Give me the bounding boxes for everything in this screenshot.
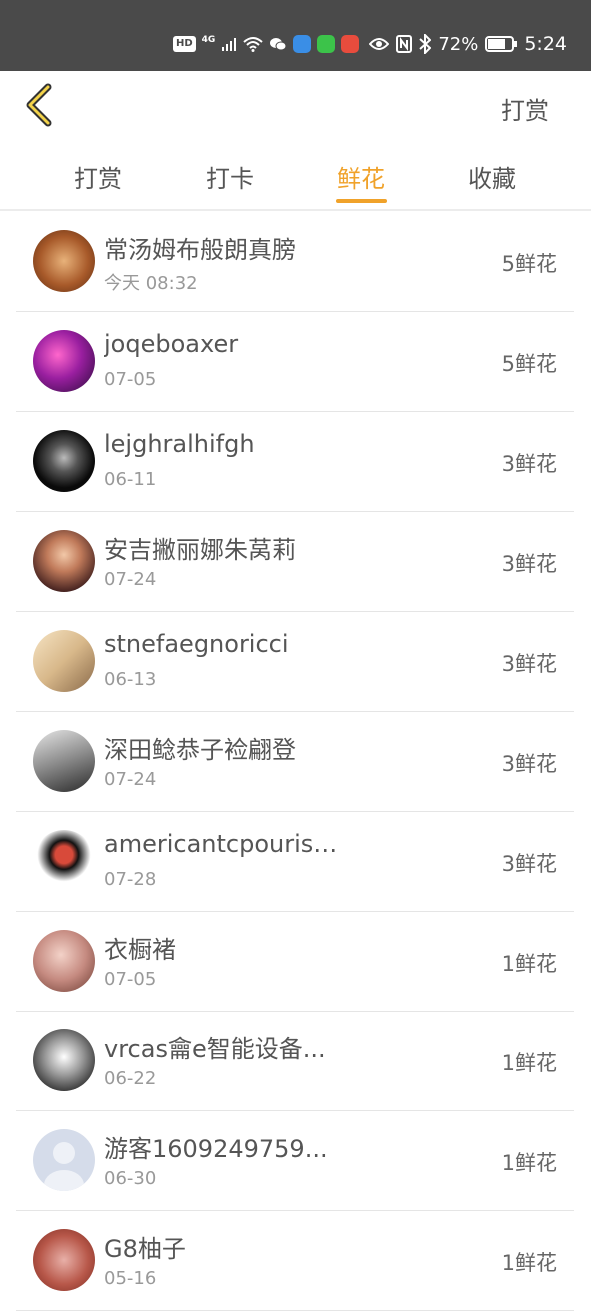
user-name: 深田鲶恭子裣翩登 (104, 736, 296, 764)
list-item[interactable]: americantcpourist... 07-28 3鲜花 (16, 812, 574, 912)
tab-bar: 打赏 打卡 鲜花 收藏 (0, 143, 591, 207)
gift-date: 06-13 (104, 669, 157, 690)
gift-date: 06-11 (104, 469, 157, 490)
line-icon (317, 35, 336, 53)
avatar (33, 1029, 95, 1091)
clock: 5:24 (524, 33, 567, 55)
flower-count: 1鲜花 (501, 1251, 557, 1275)
list-item[interactable]: joqeboaxer 07-05 5鲜花 (16, 312, 574, 412)
flower-count: 5鲜花 (501, 252, 557, 276)
avatar (33, 830, 95, 892)
flower-count: 3鲜花 (501, 752, 557, 776)
eye-icon (369, 38, 390, 50)
app-icon (293, 35, 312, 53)
user-name: americantcpourist... (104, 830, 344, 858)
battery-icon (485, 36, 518, 52)
avatar (33, 730, 95, 792)
status-right-icons: 72% 5:24 (369, 31, 567, 57)
active-tab-indicator (336, 199, 387, 203)
user-name: lejghralhifgh (104, 430, 255, 458)
list-item[interactable]: 衣橱褚 07-05 1鲜花 (16, 912, 574, 1012)
hd-indicator: HD (173, 36, 196, 52)
user-name: 安吉撇丽娜朱莴莉 (104, 536, 296, 564)
user-name: 游客1609249759... (104, 1135, 328, 1163)
list-item[interactable]: 安吉撇丽娜朱莴莉 07-24 3鲜花 (16, 512, 574, 612)
tab-flowers[interactable]: 鲜花 (301, 159, 421, 194)
list-item[interactable]: stnefaegnoricci 06-13 3鲜花 (16, 612, 574, 712)
gift-date: 07-24 (104, 569, 157, 590)
list-item[interactable]: lejghralhifgh 06-11 3鲜花 (16, 412, 574, 512)
avatar (33, 430, 95, 492)
signal-icon (222, 38, 237, 51)
user-name: stnefaegnoricci (104, 630, 289, 658)
reward-action-button[interactable]: 打赏 (501, 91, 549, 126)
header: 打赏 (0, 71, 591, 143)
gift-date: 05-16 (104, 1268, 157, 1289)
gift-date: 07-05 (104, 369, 157, 390)
avatar (33, 1129, 95, 1191)
user-name: 常汤姆布般朗真膀 (104, 236, 296, 264)
nfc-icon (396, 35, 413, 53)
flower-count: 3鲜花 (501, 852, 557, 876)
user-name: vrcas龠e智能设备... (104, 1035, 326, 1063)
tab-reward[interactable]: 打赏 (38, 159, 158, 194)
flower-count: 5鲜花 (501, 352, 557, 376)
list-item[interactable]: G8柚子 05-16 1鲜花 (16, 1211, 574, 1311)
avatar (33, 1229, 95, 1291)
list-item[interactable]: 游客1609249759... 06-30 1鲜花 (16, 1111, 574, 1211)
gift-date: 07-24 (104, 769, 157, 790)
avatar (33, 630, 95, 692)
user-name: 衣橱褚 (104, 936, 176, 964)
wifi-icon (243, 37, 263, 52)
list-item[interactable]: vrcas龠e智能设备... 06-22 1鲜花 (16, 1011, 574, 1111)
network-type: 4G (201, 35, 216, 45)
gift-date: 06-22 (104, 1068, 157, 1089)
status-left-icons: HD 4G (173, 33, 360, 55)
wechat-icon (270, 38, 287, 51)
bluetooth-icon (419, 34, 432, 54)
avatar (33, 930, 95, 992)
flower-count: 3鲜花 (501, 652, 557, 676)
tabs-divider (0, 209, 591, 211)
battery-percent: 72% (438, 33, 479, 55)
list-item[interactable]: 深田鲶恭子裣翩登 07-24 3鲜花 (16, 712, 574, 812)
list-item[interactable]: 常汤姆布般朗真膀 今天 08:32 5鲜花 (16, 212, 574, 312)
status-bar: HD 4G 72% 5:24 (0, 0, 591, 71)
flower-count: 3鲜花 (501, 452, 557, 476)
back-button[interactable] (18, 81, 66, 133)
flower-count: 1鲜花 (501, 952, 557, 976)
gift-date: 06-30 (104, 1168, 157, 1189)
default-user-icon (44, 1142, 84, 1191)
gift-date: 07-05 (104, 969, 157, 990)
app-icon (341, 35, 360, 53)
tab-checkin[interactable]: 打卡 (170, 159, 290, 194)
flower-count: 1鲜花 (501, 1151, 557, 1175)
tab-favorites[interactable]: 收藏 (432, 159, 552, 194)
gift-date: 07-28 (104, 869, 157, 890)
user-name: joqeboaxer (104, 330, 239, 358)
flower-count: 1鲜花 (501, 1051, 557, 1075)
avatar (33, 330, 95, 392)
flower-count: 3鲜花 (501, 552, 557, 576)
avatar (33, 530, 95, 592)
user-name: G8柚子 (104, 1235, 186, 1263)
gift-date: 今天 08:32 (104, 273, 198, 294)
avatar (33, 230, 95, 292)
chevron-left-icon (26, 83, 52, 127)
